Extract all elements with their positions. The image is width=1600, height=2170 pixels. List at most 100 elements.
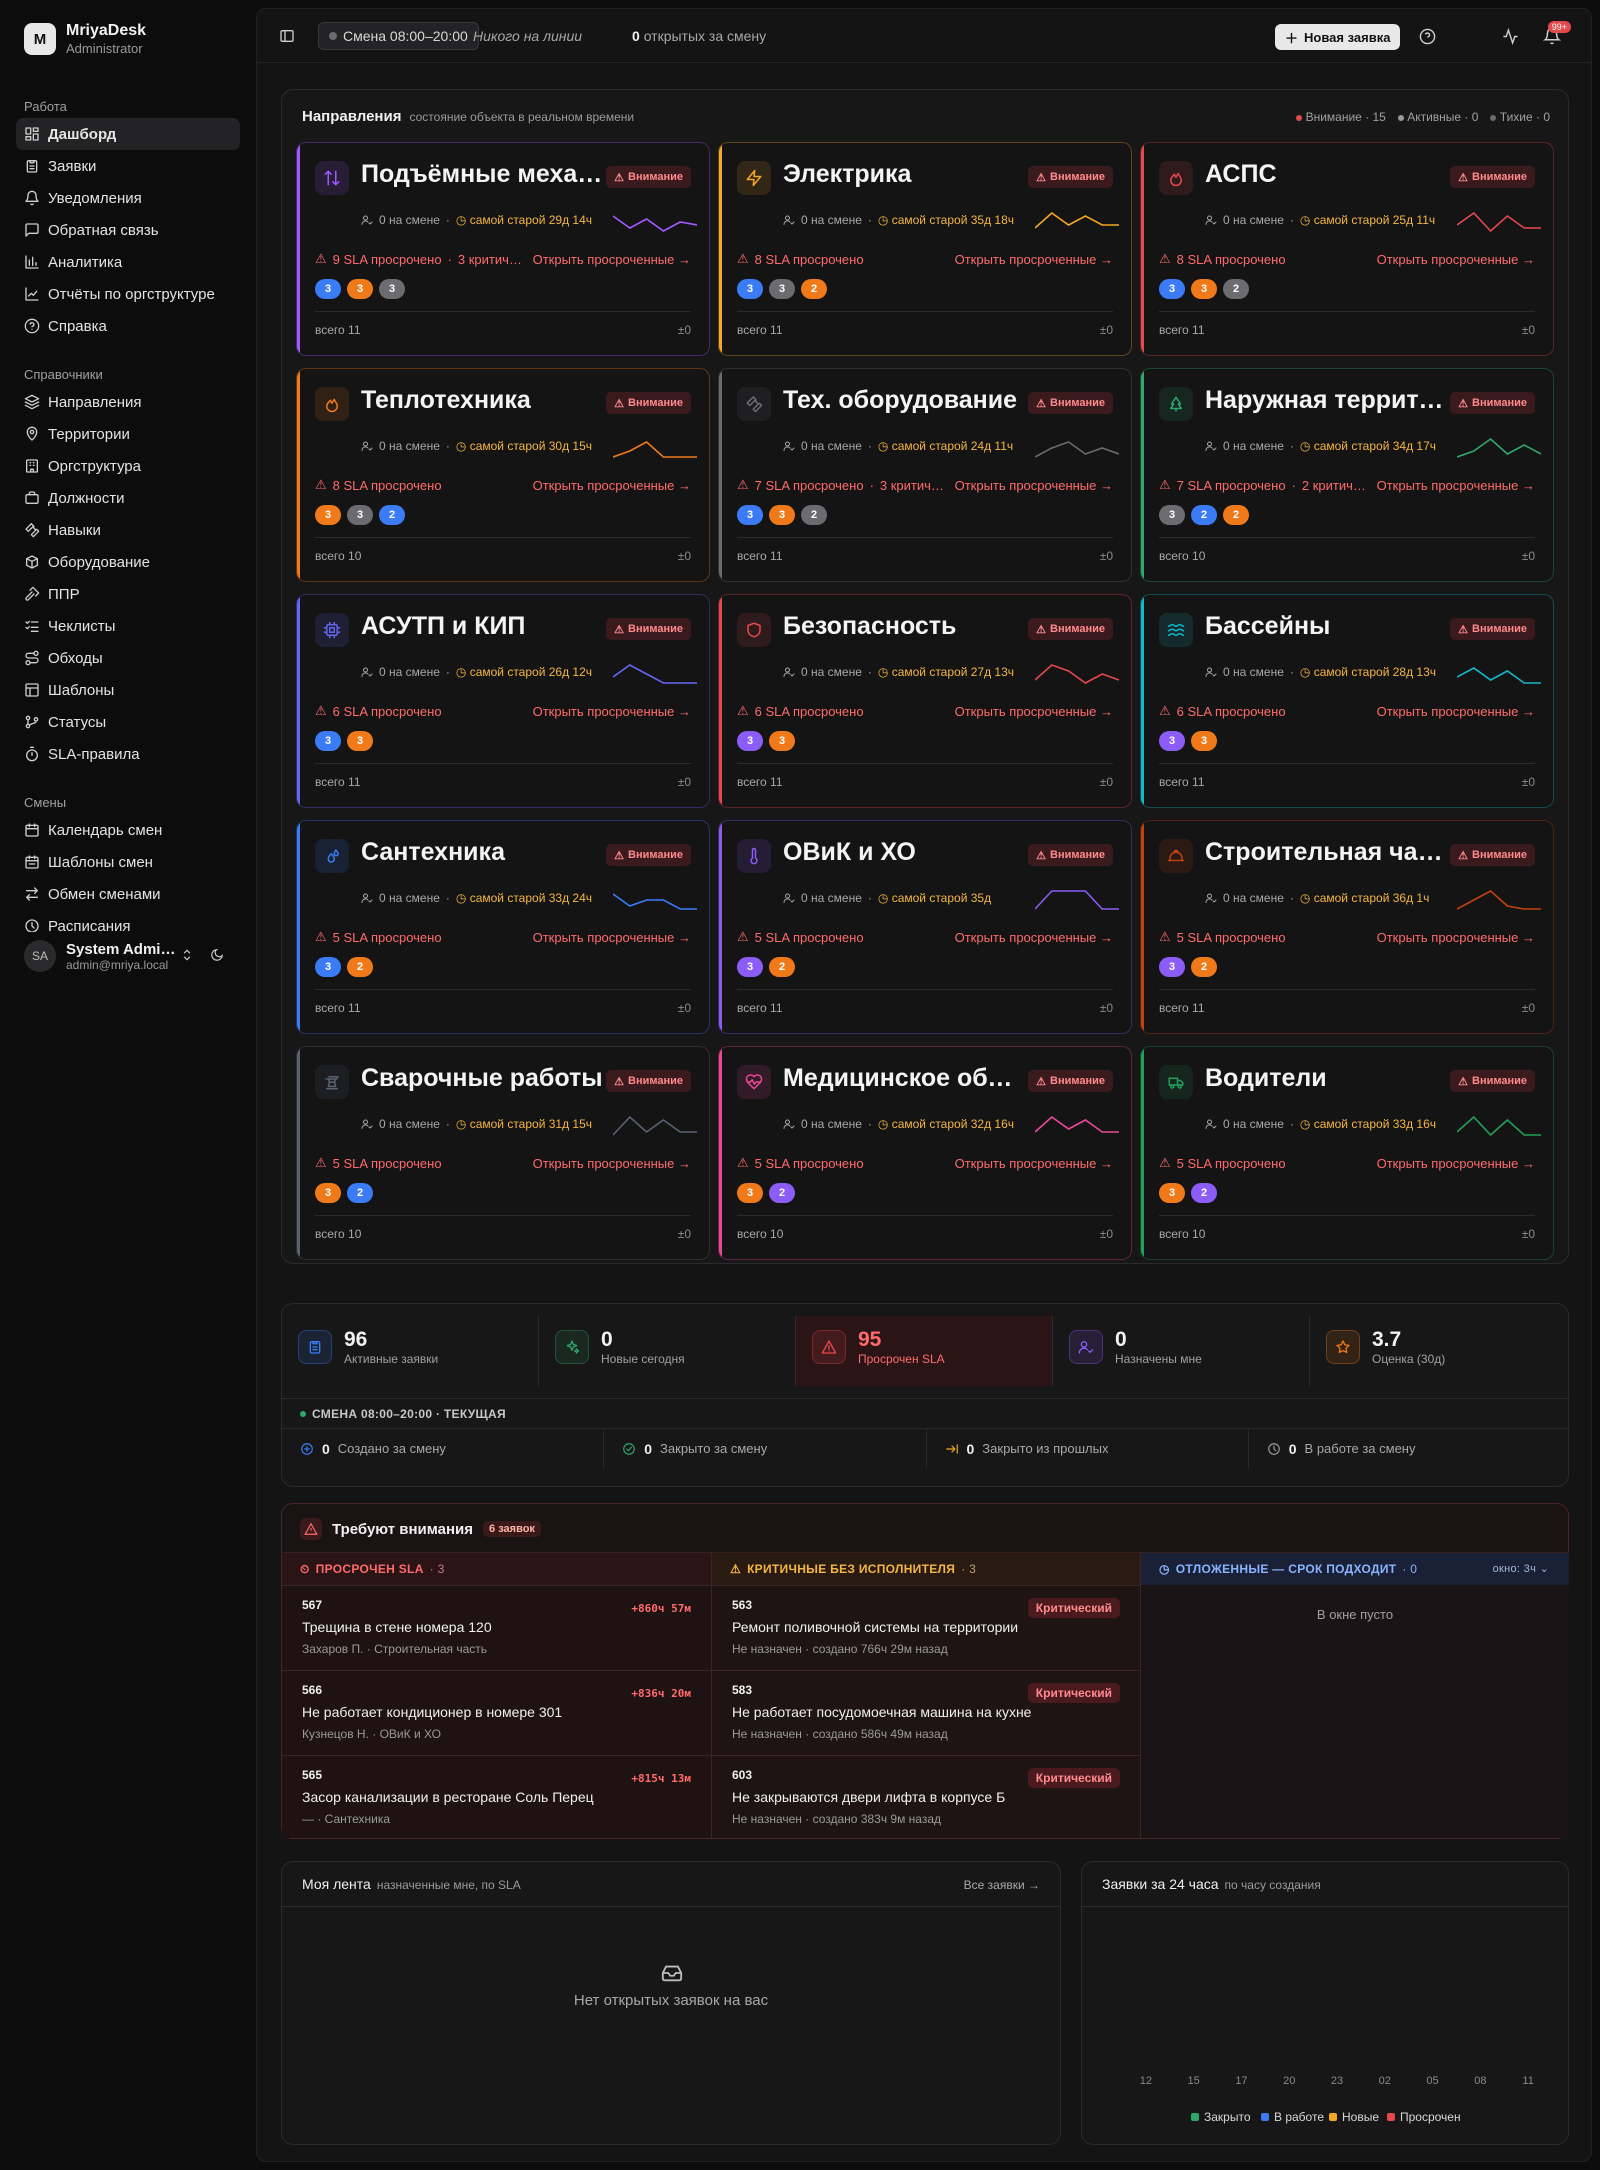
kpi-card[interactable]: 3.7 Оценка (30д) bbox=[1310, 1316, 1567, 1386]
sidebar-item[interactable]: Оборудование bbox=[16, 546, 240, 578]
kpi-card[interactable]: 0 Назначены мне bbox=[1053, 1316, 1310, 1386]
overdue-ticket[interactable]: 567 +860ч 57м Трещина в стене номера 120 За… bbox=[282, 1585, 711, 1670]
sidebar-item[interactable]: Должности bbox=[16, 482, 240, 514]
sidebar-toggle-icon[interactable] bbox=[279, 28, 295, 44]
direction-card[interactable]: Подъёмные механизмы⚠Внимание 0 на смене·◷… bbox=[296, 142, 710, 356]
direction-card[interactable]: АСУТП и КИП ⚠ Внимание 0 на смене · ◷ самой с… bbox=[296, 594, 710, 808]
sidebar-item[interactable]: Календарь смен bbox=[16, 814, 240, 846]
open-overdue-link[interactable]: Открыть просроченные → bbox=[955, 478, 1113, 493]
open-overdue-link[interactable]: Открыть просроченные → bbox=[1377, 478, 1535, 493]
all-tickets-link[interactable]: Все заявки → bbox=[964, 1878, 1040, 1892]
critical-column: ⚠ КРИТИЧНЫЕ БЕЗ ИСПОЛНИТЕЛЯ · 3 563 Критиче… bbox=[711, 1552, 1140, 1838]
open-overdue-link[interactable]: Открыть просроченные → bbox=[533, 930, 691, 945]
open-overdue-link[interactable]: Открыть просроченные → bbox=[955, 704, 1113, 719]
sidebar-item[interactable]: Шаблоны смен bbox=[16, 846, 240, 878]
late-by: +836ч 20м bbox=[631, 1687, 691, 1700]
direction-card[interactable]: Водители ⚠ Внимание 0 на смене · ◷ самой стар… bbox=[1140, 1046, 1554, 1260]
direction-card[interactable]: Строительная часть ⚠ Внимание 0 на смене · ◷ … bbox=[1140, 820, 1554, 1034]
sidebar-item[interactable]: Шаблоны bbox=[16, 674, 240, 706]
alert-icon: ⚠ bbox=[1159, 1155, 1171, 1170]
total-count: всего 10 bbox=[1159, 1227, 1206, 1241]
help-icon[interactable] bbox=[1419, 28, 1436, 45]
priority-pills: 322 bbox=[1159, 505, 1249, 525]
sidebar-item[interactable]: Аналитика bbox=[16, 246, 240, 278]
sla-row: ⚠ 6 SLA просрочено Открыть просроченные → bbox=[315, 703, 691, 719]
warning-icon: ⚠ bbox=[1458, 623, 1469, 636]
sidebar-item[interactable]: Направления bbox=[16, 386, 240, 418]
open-overdue-link[interactable]: Открыть просроченные → bbox=[1377, 1156, 1535, 1171]
sidebar-item[interactable]: Заявки bbox=[16, 150, 240, 182]
sidebar-item[interactable]: Навыки bbox=[16, 514, 240, 546]
critical-count: 3 критичных bbox=[457, 251, 527, 267]
critical-ticket[interactable]: 603 Критический Не закрываются двери лифта… bbox=[712, 1755, 1140, 1840]
open-overdue-link[interactable]: Открыть просроченные → bbox=[533, 478, 691, 493]
sidebar-item-label: Календарь смен bbox=[48, 821, 163, 839]
direction-card[interactable]: Электрика ⚠ Внимание 0 на смене · ◷ самой ста… bbox=[718, 142, 1132, 356]
priority-pill: 2 bbox=[1191, 1183, 1217, 1203]
user-menu[interactable]: SA System Administrator admin@mriya.loca… bbox=[24, 940, 224, 972]
priority-pill: 2 bbox=[379, 505, 405, 525]
sidebar-item[interactable]: Оргструктура bbox=[16, 450, 240, 482]
direction-name: Подъёмные механизмы bbox=[361, 160, 603, 188]
priority-pills: 332 bbox=[1159, 279, 1249, 299]
direction-meta: 0 на смене · ◷ самой старой 31д 15ч bbox=[361, 1117, 592, 1131]
open-overdue-link[interactable]: Открыть просроченные → bbox=[1377, 704, 1535, 719]
direction-card[interactable]: Безопасность ⚠ Внимание 0 на смене · ◷ самой … bbox=[718, 594, 1132, 808]
sidebar-item[interactable]: Обмен сменами bbox=[16, 878, 240, 910]
overdue-ticket[interactable]: 566 +836ч 20м Не работает кондиционер в но… bbox=[282, 1670, 711, 1755]
open-overdue-link[interactable]: Открыть просроченные → bbox=[533, 252, 691, 267]
alert-icon bbox=[300, 1518, 322, 1540]
sidebar-item[interactable]: Обратная связь bbox=[16, 214, 240, 246]
direction-card[interactable]: Наружная территория⚠Внимание 0 на смене·◷… bbox=[1140, 368, 1554, 582]
direction-card[interactable]: Сантехника ⚠ Внимание 0 на смене · ◷ самой ст… bbox=[296, 820, 710, 1034]
sidebar-item[interactable]: Справка bbox=[16, 310, 240, 342]
sidebar-item[interactable]: Расписания bbox=[16, 910, 240, 932]
sidebar-item[interactable]: Территории bbox=[16, 418, 240, 450]
brand[interactable]: M MriyaDesk Administrator bbox=[24, 22, 146, 56]
overdue-ticket[interactable]: 565 +815ч 13м Засор канализации в ресторан… bbox=[282, 1755, 711, 1840]
sidebar-item[interactable]: Отчёты по оргструктуре bbox=[16, 278, 240, 310]
direction-card[interactable]: Бассейны ⚠ Внимание 0 на смене · ◷ самой стар… bbox=[1140, 594, 1554, 808]
open-overdue-link[interactable]: Открыть просроченные → bbox=[955, 1156, 1113, 1171]
direction-card[interactable]: Медицинское обслуживание⚠Внимание 0 на см… bbox=[718, 1046, 1132, 1260]
status-badge: ⚠ Внимание bbox=[1028, 1070, 1113, 1092]
open-overdue-link[interactable]: Открыть просроченные → bbox=[1377, 252, 1535, 267]
direction-name: Водители bbox=[1205, 1064, 1327, 1092]
kpi-card[interactable]: 96 Активные заявки bbox=[282, 1316, 539, 1386]
notifications-button[interactable]: 99+ bbox=[1542, 21, 1571, 45]
critical-ticket[interactable]: 583 Критический Не работает посудомоечная … bbox=[712, 1670, 1140, 1755]
sidebar-item[interactable]: Обходы bbox=[16, 642, 240, 674]
open-overdue-link[interactable]: Открыть просроченные → bbox=[1377, 930, 1535, 945]
shift-status-dot bbox=[300, 1410, 306, 1417]
sidebar-item[interactable]: SLA-правила bbox=[16, 738, 240, 770]
direction-card[interactable]: Сварочные работы ⚠ Внимание 0 на смене · ◷ са… bbox=[296, 1046, 710, 1260]
priority-pill: 2 bbox=[769, 957, 795, 977]
new-ticket-button[interactable]: ＋ Новая заявка bbox=[1275, 24, 1401, 50]
sidebar-item[interactable]: Статусы bbox=[16, 706, 240, 738]
direction-card[interactable]: Тех. оборудование ⚠ Внимание 0 на смене · ◷ с… bbox=[718, 368, 1132, 582]
critical-ticket[interactable]: 563 Критический Ремонт поливочной системы … bbox=[712, 1585, 1140, 1670]
direction-card[interactable]: Теплотехника ⚠ Внимание 0 на смене · ◷ самой … bbox=[296, 368, 710, 582]
open-overdue-link[interactable]: Открыть просроченные → bbox=[533, 1156, 691, 1171]
shift-chip[interactable]: Смена 08:00–20:00 bbox=[318, 22, 479, 50]
chevrons-updown-icon[interactable] bbox=[180, 948, 194, 962]
open-overdue-link[interactable]: Открыть просроченные → bbox=[533, 704, 691, 719]
direction-icon bbox=[315, 613, 349, 647]
direction-meta: 0 на смене · ◷ самой старой 27д 13ч bbox=[783, 665, 1014, 679]
open-overdue-link[interactable]: Открыть просроченные → bbox=[955, 930, 1113, 945]
sidebar-item[interactable]: ППР bbox=[16, 578, 240, 610]
activity-icon[interactable] bbox=[1502, 28, 1519, 45]
priority-pill: 3 bbox=[315, 957, 341, 977]
template-icon bbox=[25, 683, 39, 697]
sidebar-item[interactable]: Чеклисты bbox=[16, 610, 240, 642]
open-overdue-link[interactable]: Открыть просроченные → bbox=[955, 252, 1113, 267]
legend-swatch bbox=[1387, 2113, 1395, 2121]
moon-icon[interactable] bbox=[210, 948, 224, 962]
direction-card[interactable]: ОВиК и ХО ⚠ Внимание 0 на смене · ◷ самой ста… bbox=[718, 820, 1132, 1034]
kpi-card[interactable]: 95 Просрочен SLA bbox=[796, 1316, 1053, 1386]
window-select[interactable]: окно: 3ч ⌄ bbox=[1493, 1562, 1549, 1575]
direction-card[interactable]: АСПС ⚠ Внимание 0 на смене · ◷ самой старой 2… bbox=[1140, 142, 1554, 356]
sidebar-item[interactable]: Уведомления bbox=[16, 182, 240, 214]
kpi-card[interactable]: 0 Новые сегодня bbox=[539, 1316, 796, 1386]
sidebar-item[interactable]: Дашборд bbox=[16, 118, 240, 150]
